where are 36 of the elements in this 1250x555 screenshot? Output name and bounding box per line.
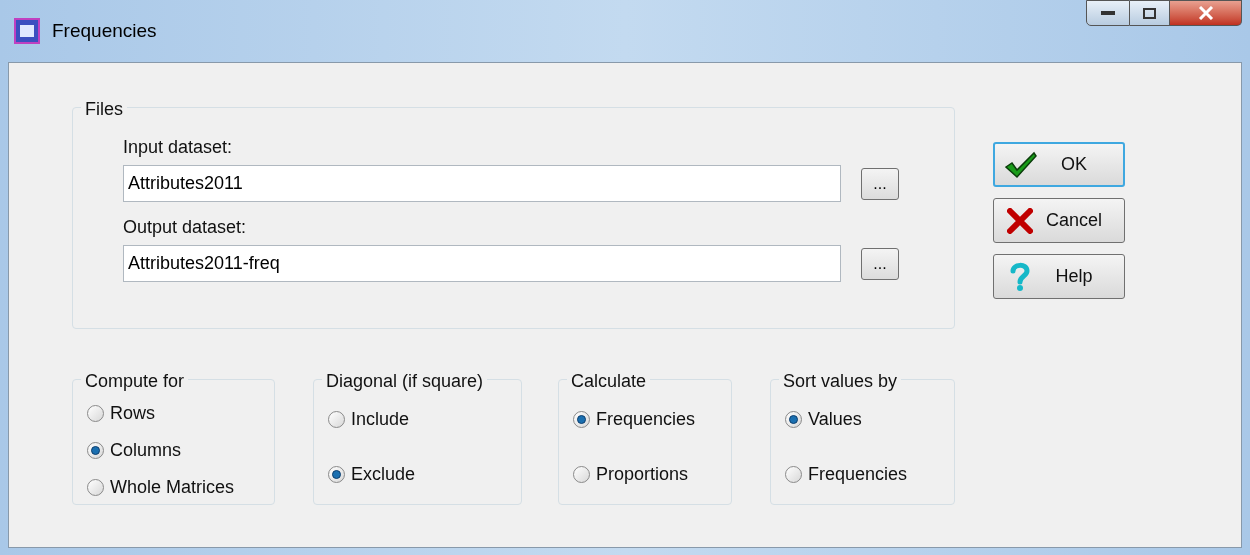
radio-button[interactable] — [785, 411, 802, 428]
window-title: Frequencies — [52, 18, 157, 43]
radio-button[interactable] — [87, 442, 104, 459]
radio-button[interactable] — [87, 479, 104, 496]
radio-label: Proportions — [596, 463, 689, 486]
cross-icon — [1007, 207, 1033, 234]
radio-button[interactable] — [328, 411, 345, 428]
radio-button[interactable] — [573, 466, 590, 483]
checkmark-icon — [1004, 150, 1038, 179]
radio-label: Exclude — [351, 463, 416, 486]
radio-button[interactable] — [785, 466, 802, 483]
close-icon — [1197, 6, 1214, 20]
radio-label: Values — [808, 408, 862, 431]
radio-label: Include — [351, 408, 410, 431]
app-icon — [14, 18, 40, 44]
browse-button[interactable]: ... — [861, 167, 899, 200]
radio-label: Columns — [110, 439, 182, 462]
radio-button[interactable] — [87, 405, 104, 422]
close-button[interactable] — [1170, 0, 1242, 26]
radio-label: Whole Matrices — [110, 476, 235, 499]
cancel-button[interactable]: Cancel — [993, 198, 1125, 243]
radio-label: Rows — [110, 402, 155, 425]
maximize-button[interactable] — [1130, 0, 1170, 26]
radio-button[interactable] — [328, 466, 345, 483]
help-button[interactable]: Help — [993, 254, 1125, 299]
input-field[interactable]: Attributes2011-freq — [123, 245, 841, 282]
question-mark-icon — [1010, 261, 1030, 292]
input-field[interactable]: Attributes2011 — [123, 165, 841, 202]
radio-button[interactable] — [573, 411, 590, 428]
field-label: Output dataset: — [123, 216, 248, 239]
minimize-button[interactable] — [1086, 0, 1130, 26]
browse-button[interactable]: ... — [861, 247, 899, 280]
radio-label: Frequencies — [596, 408, 696, 431]
field-label: Input dataset: — [123, 136, 234, 159]
radio-label: Frequencies — [808, 463, 908, 486]
ok-button[interactable]: OK — [993, 142, 1125, 187]
